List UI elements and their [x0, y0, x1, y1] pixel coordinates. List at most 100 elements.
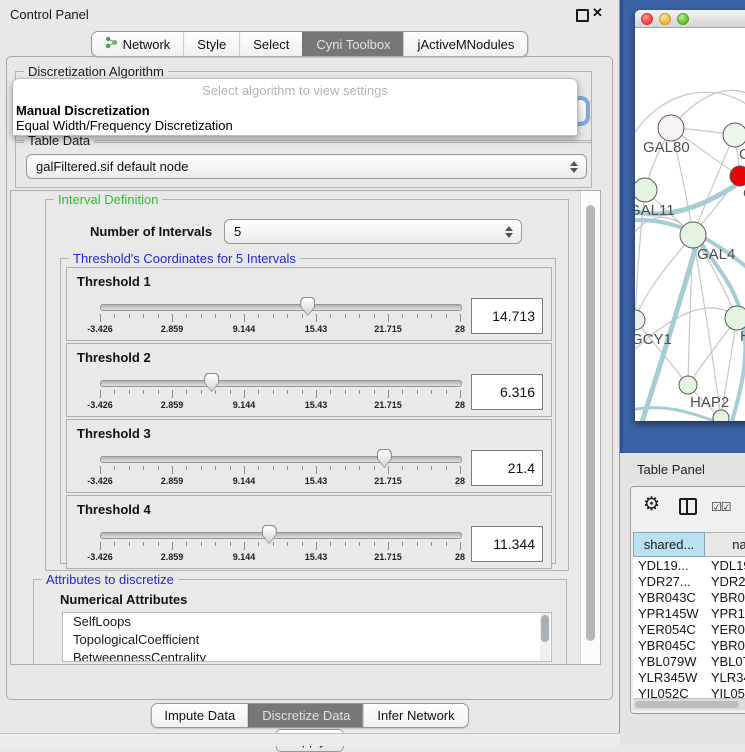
tick-mark: [446, 314, 447, 318]
gear-icon[interactable]: ⚙: [643, 493, 660, 516]
tick-label: 21.715: [374, 324, 402, 334]
split-columns-icon[interactable]: [679, 498, 697, 515]
tick-mark: [273, 466, 274, 470]
table-cell: YDL19...: [633, 558, 704, 573]
tick-mark: [388, 390, 389, 398]
table-header-cell[interactable]: shared...: [633, 532, 705, 557]
table-cell: YBR043C: [633, 590, 704, 605]
zoom-traffic-light-icon[interactable]: [677, 13, 689, 25]
float-window-icon[interactable]: [576, 9, 589, 22]
threshold-label: Threshold 2: [77, 350, 151, 365]
threshold-value-field[interactable]: 21.4: [471, 450, 543, 486]
tick-mark: [460, 390, 461, 398]
window-title: Control Panel: [10, 7, 89, 22]
tab-impute-data[interactable]: Impute Data: [151, 704, 248, 727]
tick-mark: [129, 466, 130, 470]
list-scrollbar[interactable]: [540, 613, 550, 661]
table-row[interactable]: YPR145WYPR14: [633, 605, 745, 621]
minimize-traffic-light-icon[interactable]: [659, 13, 671, 25]
network-node-gal11[interactable]: [635, 178, 657, 202]
threshold-row: Threshold 3-3.4262.8599.14415.4321.71528…: [66, 419, 552, 493]
network-node-node-red[interactable]: [730, 166, 745, 186]
tick-mark: [100, 390, 101, 398]
tick-mark: [345, 314, 346, 318]
table-row[interactable]: YBL079WYBL07: [633, 653, 745, 669]
tab-style[interactable]: Style: [183, 32, 239, 56]
tick-label: 15.43: [305, 400, 328, 410]
tab-select[interactable]: Select: [239, 32, 302, 56]
threshold-slider-track[interactable]: [100, 304, 462, 311]
threshold-value-field[interactable]: 6.316: [471, 374, 543, 410]
close-icon[interactable]: ✕: [592, 5, 603, 21]
threshold-slider-thumb[interactable]: [204, 373, 219, 392]
tick-label: 2.859: [161, 476, 184, 486]
tick-mark: [374, 390, 375, 394]
numerical-attributes-list[interactable]: SelfLoopsTopologicalCoefficientBetweenne…: [62, 612, 552, 662]
tick-label: 28: [455, 476, 465, 486]
table-cell: YDR27...: [633, 574, 704, 589]
number-of-intervals-combo[interactable]: 5: [224, 219, 522, 244]
network-canvas[interactable]: GAL80GACGAL11GAL4GCY1HHAP2: [635, 29, 745, 421]
threshold-slider-thumb[interactable]: [262, 525, 277, 544]
tick-mark: [374, 542, 375, 546]
table-row[interactable]: YBR045CYBR04: [633, 637, 745, 653]
attribute-item[interactable]: SelfLoops: [63, 613, 551, 631]
table-hscrollbar[interactable]: [633, 698, 745, 710]
tab-discretize-data[interactable]: Discretize Data: [248, 704, 363, 727]
algorithm-option-equal-width-frequency-discretization[interactable]: Equal Width/Frequency Discretization: [16, 118, 233, 133]
table-row[interactable]: YBR043CYBR04: [633, 589, 745, 605]
tick-mark: [345, 542, 346, 546]
table-header-cell[interactable]: na: [705, 532, 745, 557]
settings-scrollbar[interactable]: [580, 191, 600, 664]
tick-mark: [402, 314, 403, 318]
network-node-node-bottom[interactable]: [713, 410, 729, 421]
tick-mark: [143, 466, 144, 470]
tick-label: -3.426: [87, 324, 113, 334]
table-data-combo-value: galFiltered.sif default node: [36, 159, 188, 174]
network-node-node-h[interactable]: [725, 306, 745, 330]
tab-network[interactable]: Network: [92, 32, 184, 56]
tick-mark: [186, 314, 187, 318]
threshold-label: Threshold 3: [77, 426, 151, 441]
table-row[interactable]: YDR27...YDR27: [633, 573, 745, 589]
algorithm-hint-item[interactable]: Select algorithm to view settings: [13, 83, 577, 98]
tab-cyni-toolbox[interactable]: Cyni Toolbox: [302, 32, 403, 56]
tick-mark: [316, 466, 317, 474]
tick-mark: [273, 390, 274, 394]
table-row[interactable]: YER054CYER05: [633, 621, 745, 637]
table-data-combo[interactable]: galFiltered.sif default node: [26, 154, 587, 179]
table-row[interactable]: YDL19...YDL19: [633, 557, 745, 573]
network-node-gal4[interactable]: [680, 222, 706, 248]
control-panel-window: Control Panel ✕ NetworkStyleSelectCyni T…: [0, 0, 620, 745]
table-cell: YBR045C: [633, 638, 704, 653]
tick-mark: [230, 542, 231, 546]
select-columns-icon[interactable]: ☑☑: [711, 500, 731, 514]
tick-mark: [302, 466, 303, 470]
attribute-item[interactable]: TopologicalCoefficient: [63, 631, 551, 649]
close-traffic-light-icon[interactable]: [641, 13, 653, 25]
tick-mark: [215, 314, 216, 318]
tab-infer-network[interactable]: Infer Network: [363, 704, 467, 727]
tick-mark: [402, 390, 403, 394]
tick-mark: [402, 542, 403, 546]
tick-mark: [114, 542, 115, 546]
threshold-slider-track[interactable]: [100, 456, 462, 463]
tab-jactivemnodules[interactable]: jActiveMNodules: [404, 32, 528, 56]
threshold-slider-track[interactable]: [100, 532, 462, 539]
network-node-gal80[interactable]: [658, 115, 684, 141]
thresholds-title: Threshold's Coordinates for 5 Intervals: [69, 251, 300, 266]
tick-mark: [359, 390, 360, 394]
table-row[interactable]: YLR345WYLR34: [633, 669, 745, 685]
tick-label: 21.715: [374, 552, 402, 562]
threshold-label: Threshold 4: [77, 502, 151, 517]
threshold-slider-track[interactable]: [100, 380, 462, 387]
threshold-slider-thumb[interactable]: [377, 449, 392, 468]
table-row[interactable]: YIL052CYIL05: [633, 685, 745, 698]
threshold-value-field[interactable]: 14.713: [471, 298, 543, 334]
threshold-value-field[interactable]: 11.344: [471, 526, 543, 562]
algorithm-option-manual-discretization[interactable]: Manual Discretization: [16, 103, 150, 118]
network-node-node-ne[interactable]: [723, 123, 745, 147]
tick-mark: [460, 466, 461, 474]
attribute-item[interactable]: BetweennessCentrality: [63, 649, 551, 662]
network-node-hap2[interactable]: [679, 376, 697, 394]
